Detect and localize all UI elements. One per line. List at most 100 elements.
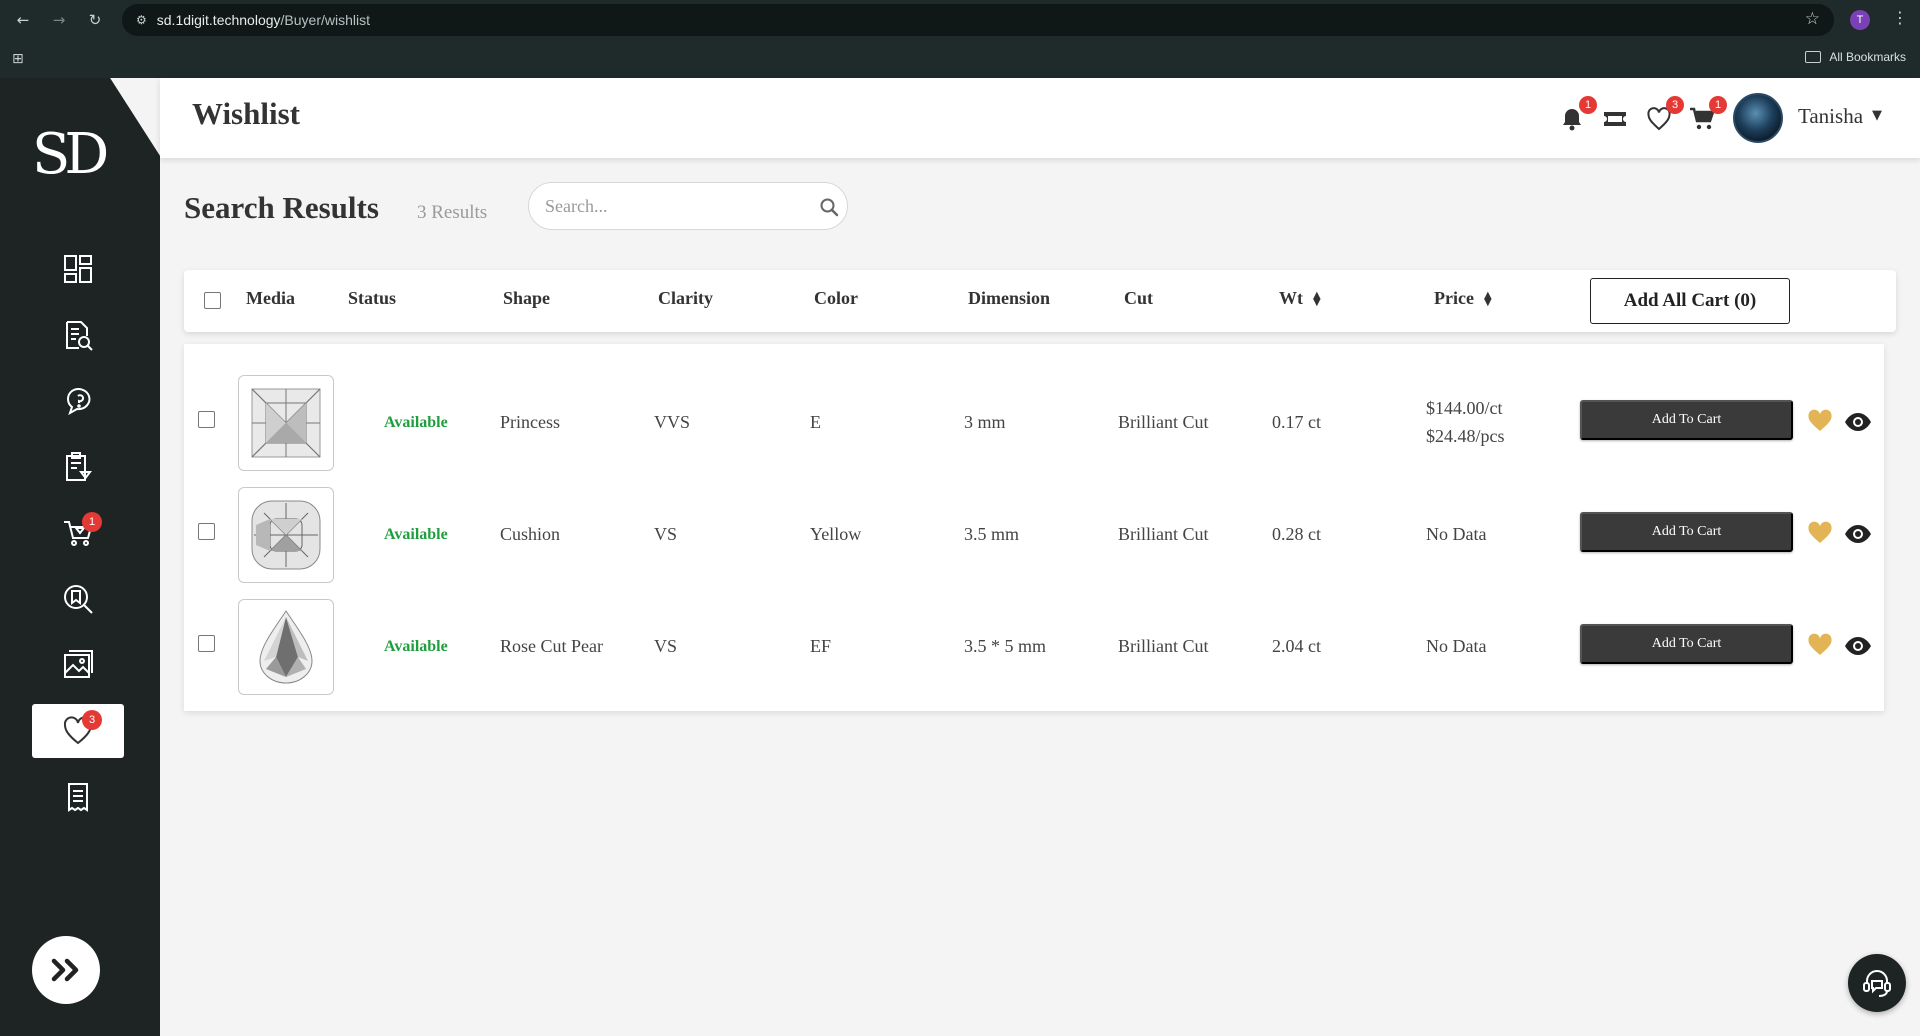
diamond-thumbnail[interactable] (238, 487, 334, 583)
header-wishlist-button[interactable]: 3 (1644, 96, 1684, 134)
column-shape: Shape (503, 288, 551, 308)
heart-filled-icon[interactable] (1807, 633, 1833, 657)
table-row: Available Rose Cut Pear VS EF 3.5 * 5 mm… (184, 592, 1884, 704)
table-row: Available Princess VVS E 3 mm Brilliant … (184, 368, 1884, 480)
forward-arrow-icon[interactable]: → (48, 9, 70, 31)
column-color: Color (814, 288, 858, 308)
support-chat-button[interactable] (1848, 954, 1906, 1012)
result-count: 3 Results (417, 202, 488, 223)
header-cart-button[interactable]: 1 (1687, 96, 1727, 134)
search-bookmark-icon (64, 585, 93, 614)
ticket-icon (1604, 112, 1626, 126)
user-avatar[interactable] (1733, 93, 1783, 143)
dashboard-grid-icon (64, 255, 92, 283)
tickets-button[interactable] (1600, 104, 1630, 134)
sort-icon[interactable]: ▲ ▼ (1484, 290, 1492, 307)
sidebar-item-search-document[interactable] (32, 308, 124, 362)
chevron-down-icon[interactable]: ▼ (1872, 108, 1882, 123)
add-all-to-cart-button[interactable]: Add All Cart (0) (1590, 278, 1790, 324)
row-checkbox[interactable] (198, 523, 215, 540)
row-checkbox[interactable] (198, 635, 215, 652)
dimension-cell: 3.5 * 5 mm (964, 636, 1047, 656)
wishlist-badge: 3 (82, 710, 102, 730)
clipboard-gem-icon (66, 452, 92, 481)
back-arrow-icon[interactable]: ← (12, 9, 34, 31)
add-to-cart-button[interactable]: Add To Cart (1580, 624, 1793, 664)
table-row: Available Cushion VS Yellow 3.5 mm Brill… (184, 480, 1884, 592)
row-checkbox[interactable] (198, 411, 215, 428)
browser-chrome: ← → ↻ ⚙ sd.1digit.technology/Buyer/wishl… (0, 0, 1920, 78)
cut-cell: Brilliant Cut (1118, 524, 1209, 544)
wt-cell: 0.17 ct (1272, 412, 1321, 432)
status-cell: Available (384, 526, 448, 543)
pear-diamond-image (259, 610, 313, 684)
cut-cell: Brilliant Cut (1118, 412, 1209, 432)
all-bookmarks[interactable]: All Bookmarks (1805, 50, 1906, 64)
sidebar-item-cart[interactable]: 1 (32, 506, 124, 560)
browser-menu-icon[interactable]: ⋮ (1892, 8, 1908, 27)
column-wt[interactable]: Wt ▲ ▼ (1279, 288, 1321, 309)
chat-question-icon (67, 388, 91, 416)
add-to-cart-button[interactable]: Add To Cart (1580, 512, 1793, 552)
sidebar-item-gallery[interactable] (32, 638, 124, 692)
princess-diamond-image (251, 388, 321, 458)
sidebar-item-wishlist[interactable]: 3 (32, 704, 124, 758)
search-input[interactable] (545, 183, 805, 229)
site-settings-icon[interactable]: ⚙ (136, 13, 147, 27)
wt-cell: 0.28 ct (1272, 524, 1321, 544)
column-media: Media (246, 288, 295, 308)
sidebar: SD 1 3 (0, 78, 160, 1036)
price-cell: No Data (1426, 636, 1487, 656)
notifications-badge: 1 (1579, 96, 1597, 114)
expand-sidebar-button[interactable] (32, 936, 100, 1004)
notifications-button[interactable]: 1 (1557, 96, 1597, 134)
diamond-thumbnail[interactable] (238, 375, 334, 471)
username[interactable]: Tanisha (1798, 104, 1863, 129)
color-cell: EF (810, 636, 832, 656)
top-header: Wishlist 1 3 1 Tanisha ▼ (160, 78, 1920, 158)
url-text: sd.1digit.technology/Buyer/wishlist (156, 12, 370, 28)
eye-icon[interactable] (1844, 410, 1872, 434)
column-clarity: Clarity (658, 288, 713, 308)
select-all-checkbox[interactable] (204, 292, 221, 309)
cushion-diamond-image (251, 500, 321, 570)
color-cell: E (810, 412, 821, 432)
page-title: Wishlist (192, 96, 300, 131)
wt-cell: 2.04 ct (1272, 636, 1321, 656)
search-box (528, 182, 848, 230)
double-chevron-right-icon (51, 958, 79, 982)
sidebar-item-saved-search[interactable] (32, 572, 124, 626)
search-icon[interactable] (819, 197, 839, 217)
wishlist-table: Available Princess VVS E 3 mm Brilliant … (184, 344, 1884, 711)
eye-icon[interactable] (1844, 522, 1872, 546)
shape-cell: Princess (500, 412, 560, 432)
apps-grid-icon[interactable]: ⊞ (12, 51, 24, 67)
document-search-icon (66, 321, 93, 351)
status-cell: Available (384, 414, 448, 431)
eye-icon[interactable] (1844, 634, 1872, 658)
sidebar-item-dashboard[interactable] (32, 242, 124, 296)
color-cell: Yellow (810, 524, 862, 544)
add-to-cart-button[interactable]: Add To Cart (1580, 400, 1793, 440)
cart-badge: 1 (82, 512, 102, 532)
receipt-icon (68, 783, 88, 812)
column-price[interactable]: Price ▲ ▼ (1434, 288, 1492, 309)
profile-avatar[interactable]: T (1850, 10, 1870, 30)
address-bar[interactable]: ⚙ sd.1digit.technology/Buyer/wishlist ☆ (122, 4, 1834, 36)
sidebar-item-invoices[interactable] (32, 770, 124, 824)
cut-cell: Brilliant Cut (1118, 636, 1209, 656)
sidebar-item-inquiries[interactable] (32, 374, 124, 428)
sd-logo[interactable]: SD (32, 122, 122, 188)
heart-filled-icon[interactable] (1807, 521, 1833, 545)
bookmark-star-icon[interactable]: ☆ (1805, 9, 1820, 29)
header-cart-badge: 1 (1709, 96, 1727, 114)
price-cell: No Data (1426, 524, 1487, 544)
column-cut: Cut (1124, 288, 1154, 308)
search-results-title: Search Results (184, 190, 379, 225)
sidebar-item-orders[interactable] (32, 440, 124, 494)
diamond-thumbnail[interactable] (238, 599, 334, 695)
sort-icon[interactable]: ▲ ▼ (1313, 290, 1321, 307)
reload-icon[interactable]: ↻ (84, 9, 106, 31)
column-status: Status (348, 288, 397, 308)
heart-filled-icon[interactable] (1807, 409, 1833, 433)
